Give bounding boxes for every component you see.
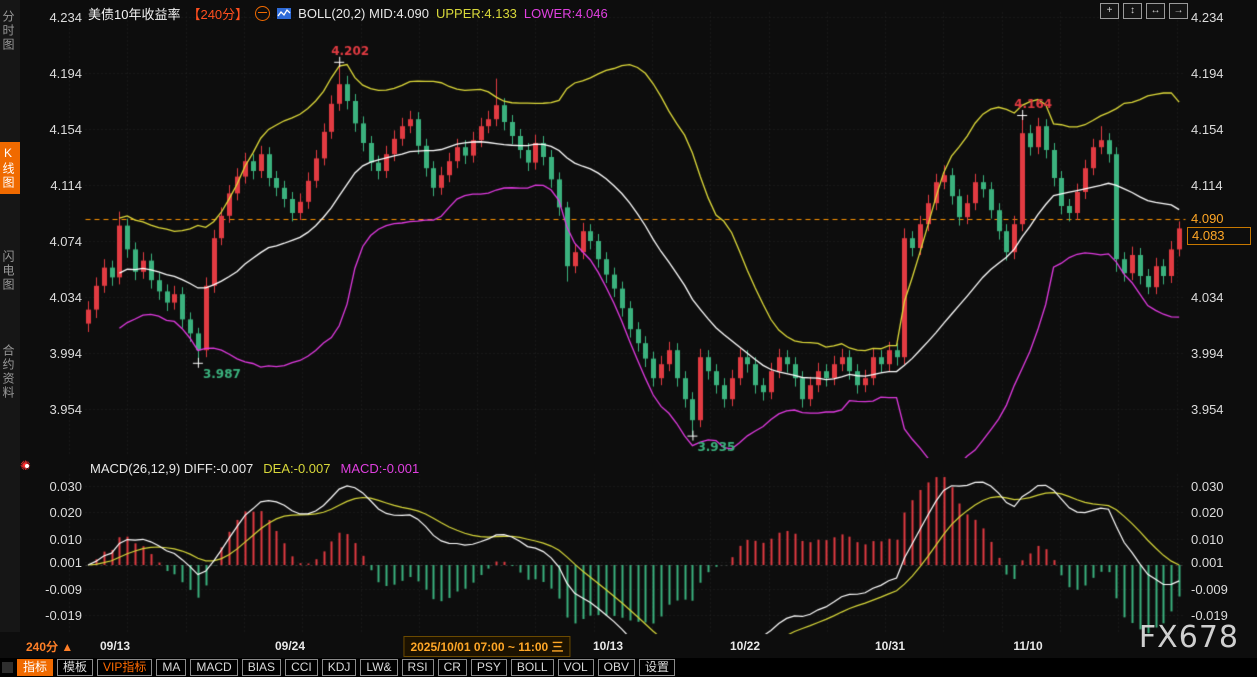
macd-dea-value: DEA:-0.007 [263,461,330,476]
period-label: 【240分】 [187,4,248,23]
macd-diff-value: MACD(26,12,9) DIFF:-0.007 [90,461,253,476]
left-sidebar: 分时图 K线图 闪电图 合约资料 [0,0,20,632]
macd-header: MACD(26,12,9) DIFF:-0.007 DEA:-0.007 MAC… [90,461,419,476]
price-tick-right: 4.034 [1191,290,1251,305]
chart-header: 美债10年收益率 【240分】 BOLL(20,2) MID:4.090 UPP… [88,4,608,23]
guide-price-label: 4.090 [1191,211,1224,226]
date-tick: 10/22 [730,639,760,653]
macd-tick-right: 0.010 [1191,532,1251,547]
boll-mid-value: BOLL(20,2) MID:4.090 [298,6,429,21]
toolbar-button-obv[interactable]: OBV [598,659,635,676]
toolbar-button-bias[interactable]: BIAS [242,659,281,676]
price-tick-left: 3.994 [30,346,82,361]
toolbar-button-boll[interactable]: BOLL [511,659,554,676]
boll-lower-value: LOWER:4.046 [524,6,608,21]
horizontal-scale-icon[interactable]: ↔ [1146,3,1165,19]
toolbar-button-cr[interactable]: CR [438,659,467,676]
toolbar-button-macd[interactable]: MACD [190,659,237,676]
collapse-indicator-icon[interactable] [255,6,270,21]
price-tick-left: 4.234 [30,10,82,25]
indicator-toolbar: 指标 模板 VIP指标 MA MACD BIAS CCI KDJ LW& RSI… [0,658,1257,677]
macd-tick-right: 0.030 [1191,479,1251,494]
price-tick-left: 4.194 [30,66,82,81]
last-price-box: 4.083 [1187,227,1251,245]
price-tick-right: 4.154 [1191,122,1251,137]
macd-tick-right: 0.001 [1191,555,1251,570]
macd-tick-left: 0.001 [30,555,82,570]
pan-tool-icon[interactable]: + [1100,3,1119,19]
price-tick-left: 4.034 [30,290,82,305]
price-tick-left: 4.074 [30,234,82,249]
indicator-chart-icon [277,8,291,19]
toolbar-button-kdj[interactable]: KDJ [322,659,357,676]
step-forward-icon[interactable]: → [1169,3,1188,19]
sidebar-tab-time-chart[interactable]: 分时图 [0,6,20,56]
macd-tick-left: 0.030 [30,479,82,494]
price-tick-right: 4.234 [1191,10,1251,25]
toolbar-button-psy[interactable]: PSY [471,659,507,676]
sidebar-tab-kline-chart[interactable]: K线图 [0,142,20,194]
sidebar-tab-contract-info[interactable]: 合约资料 [0,340,20,404]
sidebar-tab-flash-chart[interactable]: 闪电图 [0,246,20,296]
toolbar-button-cci[interactable]: CCI [285,659,318,676]
toolbar-button-settings[interactable]: 设置 [639,659,675,676]
date-tick: 09/24 [275,639,305,653]
toolbar-button-vip-indicator[interactable]: VIP指标 [97,659,152,676]
toolbar-button-indicator[interactable]: 指标 [17,659,53,676]
toolbar-button-rsi[interactable]: RSI [402,659,434,676]
macd-tick-left: 0.010 [30,532,82,547]
macd-tick-left: 0.020 [30,505,82,520]
vertical-scale-icon[interactable]: ↕ [1123,3,1142,19]
toolbar-button-ma[interactable]: MA [156,659,186,676]
date-tick: 09/13 [100,639,130,653]
toolbar-grip [2,662,13,673]
price-tick-right: 4.194 [1191,66,1251,81]
price-tick-right: 3.994 [1191,346,1251,361]
macd-value: MACD:-0.001 [340,461,419,476]
boll-upper-value: UPPER:4.133 [436,6,517,21]
toolbar-button-template[interactable]: 模板 [57,659,93,676]
macd-tick-right: -0.009 [1191,582,1251,597]
date-tick: 11/10 [1013,639,1042,653]
price-tick-left: 3.954 [30,402,82,417]
toolbar-button-lw[interactable]: LW& [360,659,397,676]
selected-date-label: 2025/10/01 07:00 ~ 11:00 三 [403,636,570,657]
toolbar-button-vol[interactable]: VOL [558,659,594,676]
price-tick-right: 3.954 [1191,402,1251,417]
macd-tick-left: -0.019 [30,608,82,623]
trading-app-window: 美债10年收益率 【240分】 BOLL(20,2) MID:4.090 UPP… [0,0,1257,677]
macd-tick-right: 0.020 [1191,505,1251,520]
symbol-title: 美债10年收益率 [88,4,180,23]
price-tick-right: 4.114 [1191,178,1251,193]
date-tick: 10/13 [593,639,623,653]
alert-status-icon: ✺ [20,459,34,473]
price-tick-left: 4.154 [30,122,82,137]
period-badge[interactable]: 240分 ▲ [26,638,73,655]
macd-tick-left: -0.009 [30,582,82,597]
main-chart-canvas[interactable] [0,0,1257,677]
date-tick: 10/31 [875,639,905,653]
price-tick-left: 4.114 [30,178,82,193]
chart-tools: + ↕ ↔ → [1100,3,1188,19]
fx678-watermark: FX678 [1139,620,1239,655]
